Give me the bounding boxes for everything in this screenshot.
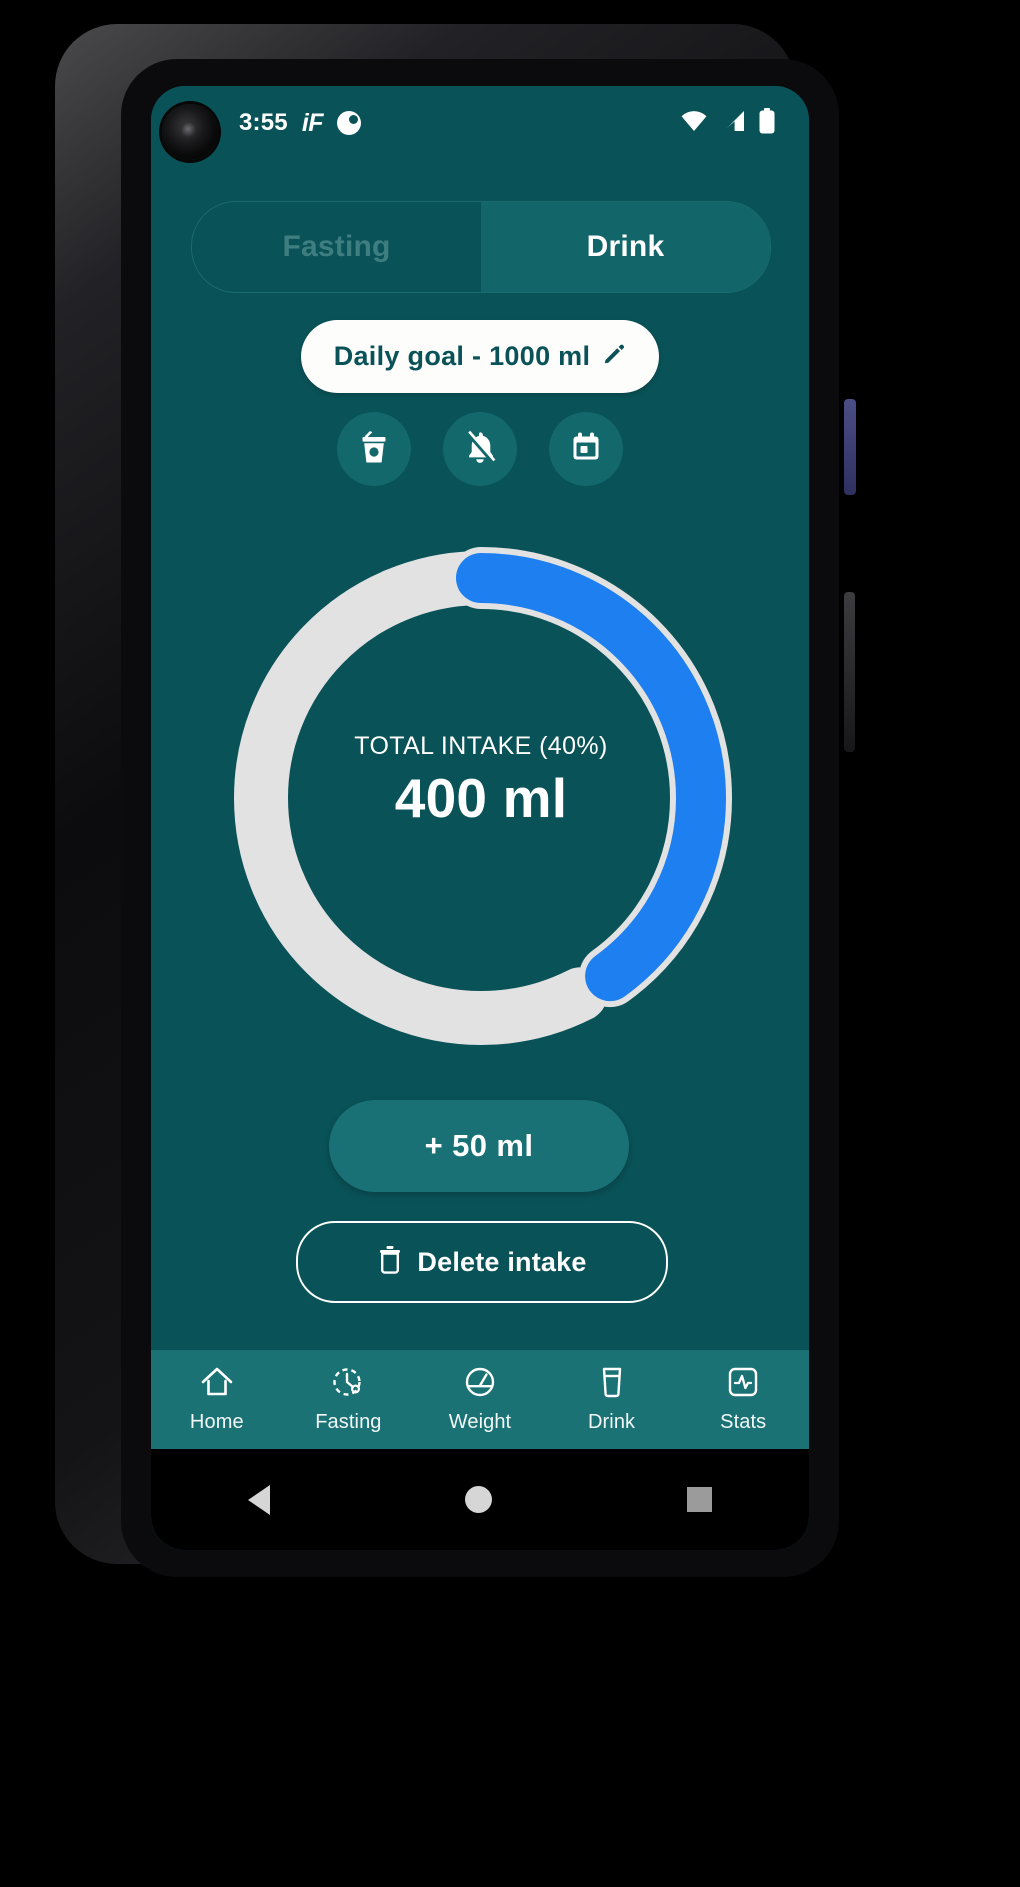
phone-screen: 3:55 iF Fasting Drink Daily goal - 1000 …	[151, 86, 809, 1550]
nav-item-weight[interactable]: Weight	[414, 1365, 546, 1434]
bell-off-icon	[462, 428, 498, 471]
phone-frame: 3:55 iF Fasting Drink Daily goal - 1000 …	[55, 24, 856, 1577]
status-bar: 3:55 iF	[151, 86, 809, 160]
front-camera	[162, 104, 218, 160]
daily-goal-label: Daily goal - 1000 ml	[333, 341, 591, 371]
status-app-label: iF	[301, 108, 324, 137]
calendar-icon	[568, 429, 604, 470]
tab-drink[interactable]: Drink	[481, 202, 770, 292]
battery-icon	[759, 107, 775, 139]
nav-item-home[interactable]: Home	[151, 1365, 283, 1434]
delete-intake-label: Delete intake	[417, 1246, 587, 1277]
nav-label-weight: Weight	[448, 1411, 512, 1433]
nav-label-fasting: Fasting	[315, 1411, 382, 1433]
pencil-edit-icon[interactable]	[602, 342, 626, 371]
home-icon	[199, 1365, 235, 1404]
home-circle-icon[interactable]	[464, 1486, 492, 1513]
back-triangle-icon[interactable]	[248, 1484, 271, 1515]
mode-segmented-control: Fasting Drink	[191, 201, 771, 293]
bottom-navigation: Home Fasting Weight Drink Stats	[151, 1350, 809, 1449]
screenshot-root: 3:55 iF Fasting Drink Daily goal - 1000 …	[0, 0, 1020, 1887]
nav-label-home: Home	[189, 1411, 244, 1433]
quick-action-calendar[interactable]	[549, 412, 623, 486]
glass-icon	[594, 1365, 630, 1404]
daily-goal-button[interactable]: Daily goal - 1000 ml	[301, 320, 659, 393]
add-intake-button[interactable]: + 50 ml	[329, 1100, 629, 1192]
stats-pulse-icon	[725, 1365, 761, 1404]
status-bar-right	[680, 107, 775, 139]
tab-fasting[interactable]: Fasting	[192, 202, 481, 292]
power-button[interactable]	[844, 399, 856, 495]
progress-label: TOTAL INTAKE (40%)	[354, 732, 608, 760]
progress-value: 400 ml	[394, 767, 568, 829]
status-bar-left: 3:55 iF	[239, 108, 362, 138]
volume-button[interactable]	[844, 592, 855, 752]
cellular-signal-icon	[721, 110, 746, 137]
status-time: 3:55	[239, 109, 288, 136]
trash-icon	[377, 1244, 403, 1281]
recents-square-icon[interactable]	[686, 1487, 712, 1512]
cup-with-straw-icon	[356, 428, 392, 471]
nav-label-drink: Drink	[587, 1411, 636, 1433]
delete-intake-button[interactable]: Delete intake	[296, 1221, 668, 1303]
intake-progress-ring: TOTAL INTAKE (40%) 400 ml	[201, 518, 761, 1078]
nav-item-stats[interactable]: Stats	[677, 1365, 809, 1434]
nav-item-drink[interactable]: Drink	[546, 1365, 678, 1434]
nav-label-stats: Stats	[720, 1411, 767, 1433]
weight-scale-icon	[462, 1365, 498, 1404]
wifi-icon	[680, 110, 708, 137]
app-notification-icon	[337, 111, 362, 135]
quick-action-drink-size[interactable]	[337, 412, 411, 486]
app-root: 3:55 iF Fasting Drink Daily goal - 1000 …	[151, 86, 809, 1550]
android-system-bar	[151, 1449, 809, 1550]
fasting-timer-icon	[330, 1365, 366, 1404]
quick-action-reminders[interactable]	[443, 412, 517, 486]
nav-item-fasting[interactable]: Fasting	[283, 1365, 415, 1434]
quick-actions-row	[151, 412, 809, 486]
